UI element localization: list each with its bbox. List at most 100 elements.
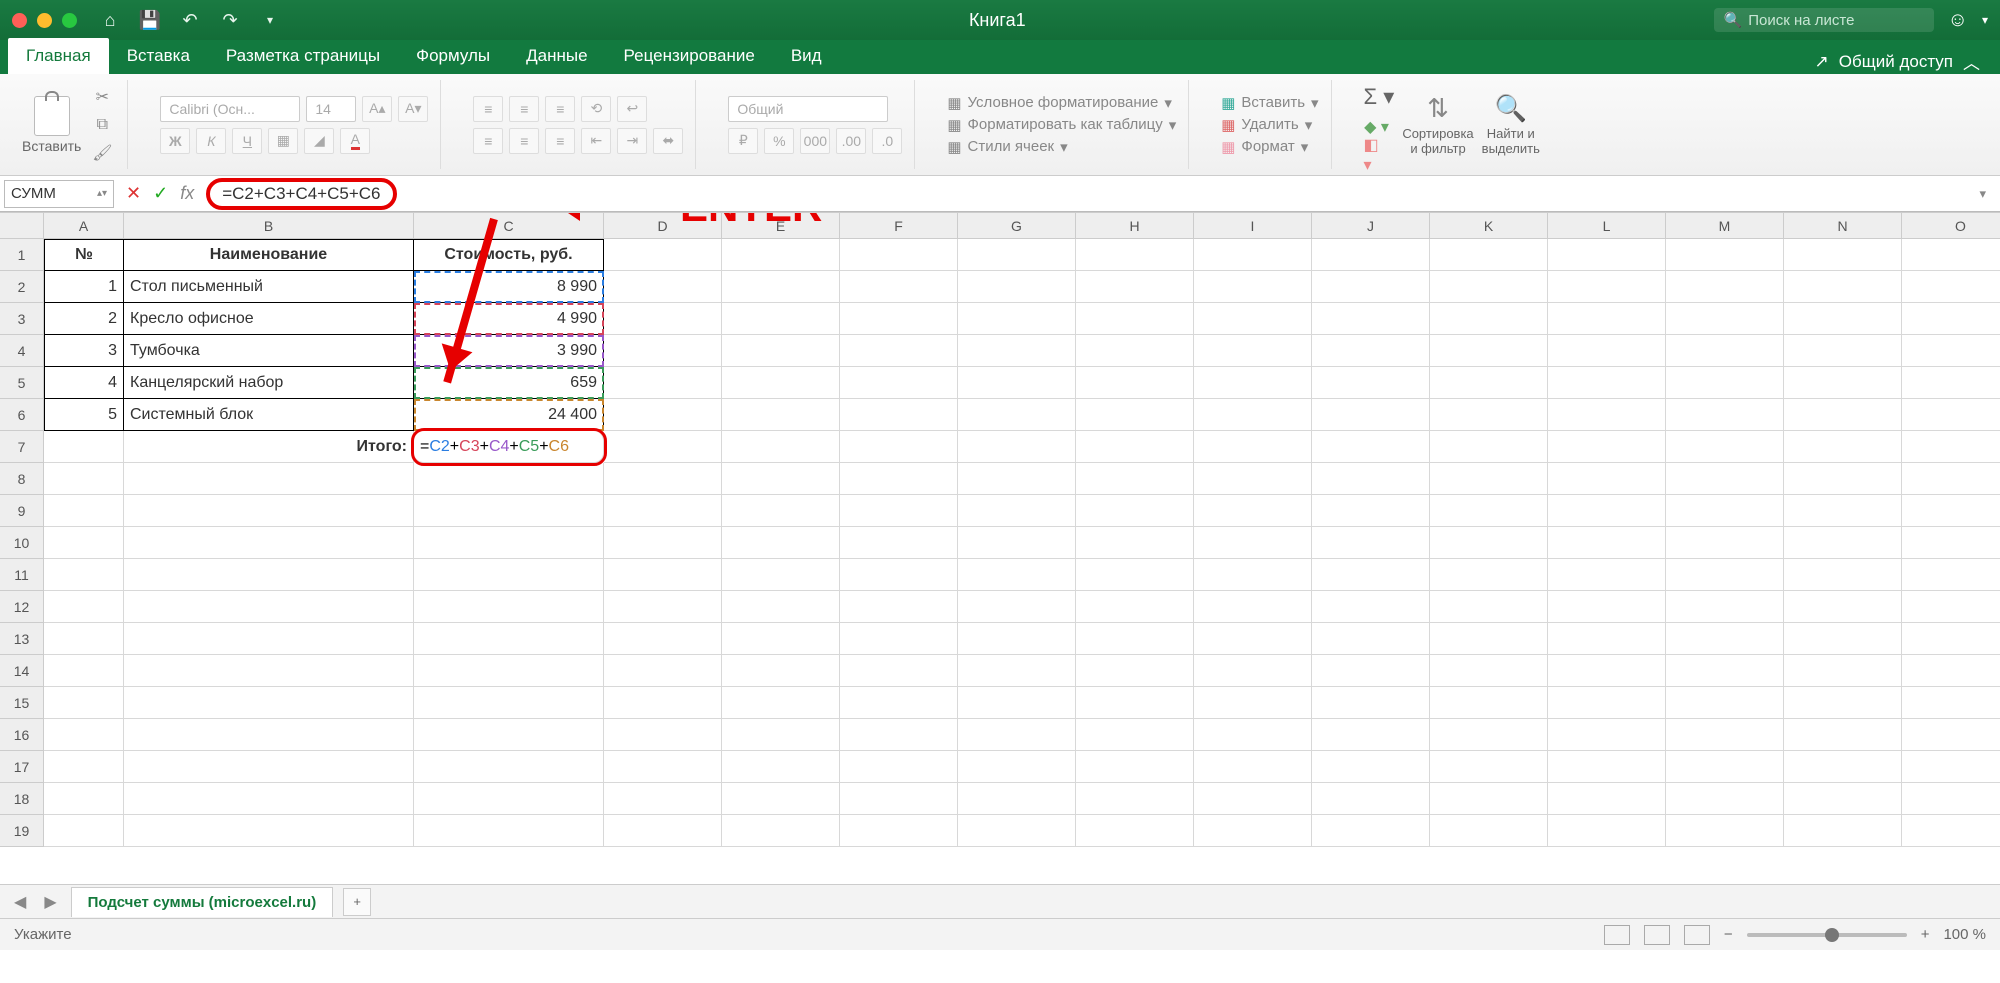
- cell-A5[interactable]: 4: [44, 367, 124, 399]
- cell[interactable]: [1548, 303, 1666, 335]
- search-input[interactable]: [1748, 12, 1923, 29]
- cell[interactable]: [1902, 559, 2000, 591]
- cell[interactable]: [604, 591, 722, 623]
- cell[interactable]: [414, 527, 604, 559]
- cell[interactable]: [1430, 431, 1548, 463]
- cell[interactable]: [44, 815, 124, 847]
- cell[interactable]: [124, 559, 414, 591]
- cell[interactable]: [1430, 463, 1548, 495]
- cell[interactable]: [1902, 655, 2000, 687]
- cell[interactable]: [604, 559, 722, 591]
- col-A[interactable]: A: [44, 213, 124, 239]
- cell[interactable]: [1076, 271, 1194, 303]
- row-19[interactable]: 19: [0, 815, 44, 847]
- cell[interactable]: [1312, 751, 1430, 783]
- cell[interactable]: [840, 655, 958, 687]
- undo-icon[interactable]: ↶: [179, 9, 201, 31]
- cell[interactable]: [1194, 719, 1312, 751]
- cell[interactable]: [414, 687, 604, 719]
- cell[interactable]: [414, 783, 604, 815]
- cell[interactable]: [1076, 591, 1194, 623]
- cell[interactable]: [1312, 463, 1430, 495]
- tab-formulas[interactable]: Формулы: [398, 38, 508, 74]
- cell[interactable]: [1430, 815, 1548, 847]
- home-icon[interactable]: ⌂: [99, 9, 121, 31]
- cell[interactable]: [1784, 335, 1902, 367]
- cell[interactable]: [1430, 655, 1548, 687]
- cell[interactable]: [1312, 399, 1430, 431]
- cell[interactable]: [1312, 271, 1430, 303]
- cell[interactable]: [1666, 751, 1784, 783]
- row-17[interactable]: 17: [0, 751, 44, 783]
- delete-cells-button[interactable]: ▦Удалить ▾: [1221, 116, 1318, 134]
- cell[interactable]: [958, 495, 1076, 527]
- cell[interactable]: [1902, 399, 2000, 431]
- cell[interactable]: [1194, 399, 1312, 431]
- title-chevron-icon[interactable]: ▾: [1982, 13, 1988, 27]
- cell[interactable]: [1430, 783, 1548, 815]
- align-left-icon[interactable]: ≡: [473, 128, 503, 154]
- sheet-search[interactable]: 🔍: [1714, 8, 1934, 32]
- cell[interactable]: [958, 687, 1076, 719]
- cell[interactable]: [840, 751, 958, 783]
- cell[interactable]: [1076, 335, 1194, 367]
- col-M[interactable]: M: [1666, 213, 1784, 239]
- cell-B2[interactable]: Стол письменный: [124, 271, 414, 303]
- cell-C3[interactable]: 4 990: [414, 303, 604, 335]
- percent-icon[interactable]: %: [764, 128, 794, 154]
- increase-indent-icon[interactable]: ⇥: [617, 128, 647, 154]
- cell[interactable]: [44, 719, 124, 751]
- namebox-stepper-icon[interactable]: ▴▾: [97, 188, 107, 199]
- sheet-nav-prev-icon[interactable]: ◀: [10, 892, 30, 912]
- cell[interactable]: [1548, 431, 1666, 463]
- view-page-break-icon[interactable]: [1684, 925, 1710, 945]
- italic-button[interactable]: К: [196, 128, 226, 154]
- col-F[interactable]: F: [840, 213, 958, 239]
- cell[interactable]: [1784, 687, 1902, 719]
- cell[interactable]: [1312, 783, 1430, 815]
- cell-A7[interactable]: [44, 431, 124, 463]
- cell[interactable]: [1784, 815, 1902, 847]
- cell[interactable]: [1194, 463, 1312, 495]
- cell[interactable]: [958, 527, 1076, 559]
- cell[interactable]: [1430, 559, 1548, 591]
- cell[interactable]: [604, 463, 722, 495]
- cell[interactable]: [124, 655, 414, 687]
- cell[interactable]: [1076, 399, 1194, 431]
- cell[interactable]: [1902, 239, 2000, 271]
- cell[interactable]: [722, 271, 840, 303]
- row-13[interactable]: 13: [0, 623, 44, 655]
- cell[interactable]: [1902, 431, 2000, 463]
- cell[interactable]: [958, 719, 1076, 751]
- row-8[interactable]: 8: [0, 463, 44, 495]
- cell[interactable]: [1430, 527, 1548, 559]
- cell[interactable]: [1548, 335, 1666, 367]
- cell[interactable]: [1194, 751, 1312, 783]
- decrease-decimal-icon[interactable]: .0: [872, 128, 902, 154]
- cell[interactable]: [1902, 303, 2000, 335]
- cell[interactable]: [840, 431, 958, 463]
- cell-A4[interactable]: 3: [44, 335, 124, 367]
- cell[interactable]: [722, 399, 840, 431]
- cell[interactable]: [124, 687, 414, 719]
- cell[interactable]: [1194, 623, 1312, 655]
- cell[interactable]: [44, 783, 124, 815]
- cell[interactable]: [1312, 815, 1430, 847]
- cell[interactable]: [1666, 335, 1784, 367]
- cell[interactable]: [1312, 239, 1430, 271]
- cell[interactable]: [722, 303, 840, 335]
- paste-button[interactable]: Вставить: [22, 96, 81, 154]
- cell[interactable]: [1902, 367, 2000, 399]
- cell-B6[interactable]: Системный блок: [124, 399, 414, 431]
- underline-button[interactable]: Ч: [232, 128, 262, 154]
- cell[interactable]: [1784, 783, 1902, 815]
- cell[interactable]: [722, 431, 840, 463]
- cell[interactable]: [604, 687, 722, 719]
- cell[interactable]: [1076, 367, 1194, 399]
- col-J[interactable]: J: [1312, 213, 1430, 239]
- zoom-slider[interactable]: [1747, 933, 1907, 937]
- cell[interactable]: [958, 783, 1076, 815]
- row-15[interactable]: 15: [0, 687, 44, 719]
- cell[interactable]: [958, 431, 1076, 463]
- font-size-select[interactable]: 14: [306, 96, 356, 122]
